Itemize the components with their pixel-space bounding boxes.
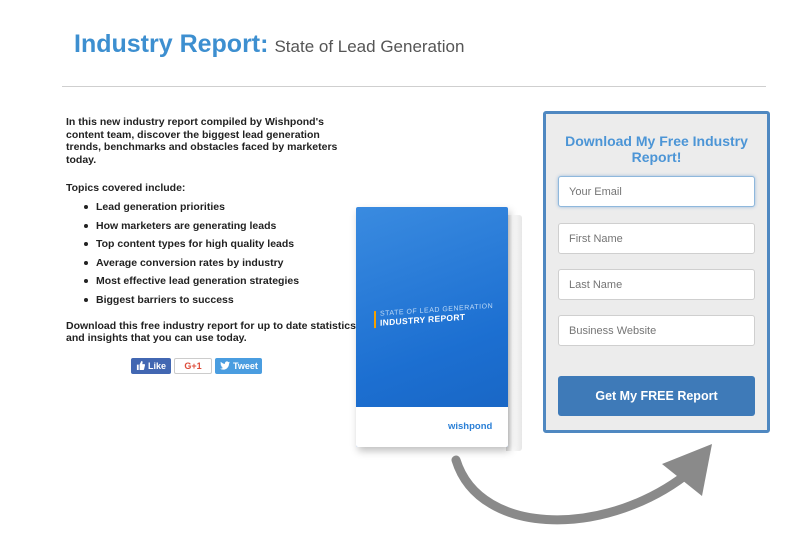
social-share-bar: Like G+1 Tweet [131,358,262,374]
form-title: Download My Free Industry Report! [565,133,748,165]
website-field[interactable] [558,315,755,346]
report-book-image: STATE OF LEAD GENERATION INDUSTRY REPORT… [356,207,524,455]
book-pages [506,215,522,451]
report-description: In this new industry report compiled by … [66,116,356,345]
page-header: Industry Report: State of Lead Generatio… [74,30,464,70]
thumbs-up-icon [136,360,146,372]
email-field[interactable] [558,176,755,207]
header-divider [62,86,766,87]
list-item: Lead generation priorities [84,201,356,213]
intro-paragraph: In this new industry report compiled by … [66,116,338,166]
last-name-field[interactable] [558,269,755,300]
facebook-like-button[interactable]: Like [131,358,171,374]
list-item: Biggest barriers to success [84,294,356,306]
book-cover: STATE OF LEAD GENERATION INDUSTRY REPORT… [356,207,508,447]
book-cover-title: STATE OF LEAD GENERATION INDUSTRY REPORT [374,302,494,329]
outro-paragraph: Download this free industry report for u… [66,319,356,345]
topics-list: Lead generation priorities How marketers… [66,201,356,306]
twitter-bird-icon [220,360,230,372]
get-report-button[interactable]: Get My FREE Report [558,376,755,416]
tweet-button[interactable]: Tweet [215,358,262,374]
list-item: How marketers are generating leads [84,220,356,232]
download-form: Download My Free Industry Report! Get My… [543,111,770,433]
topics-label: Topics covered include: [66,182,186,194]
google-plus-button[interactable]: G+1 [174,358,212,374]
list-item: Average conversion rates by industry [84,257,356,269]
curved-arrow-icon [451,444,712,525]
list-item: Top content types for high quality leads [84,238,356,250]
like-label: Like [148,361,167,371]
page-title: Industry Report: [74,30,269,58]
first-name-field[interactable] [558,223,755,254]
page-subtitle: State of Lead Generation [274,37,465,56]
gplus-label: G+1 [184,361,202,371]
list-item: Most effective lead generation strategie… [84,275,356,287]
tweet-label: Tweet [233,361,258,371]
